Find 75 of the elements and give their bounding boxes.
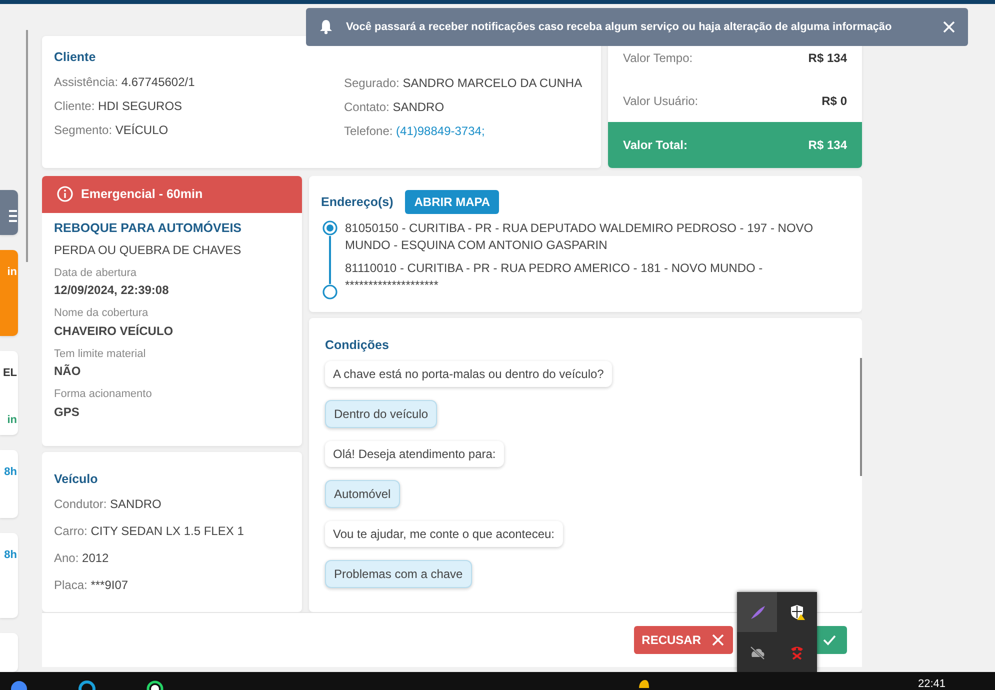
banner-text: Emergencial - 60min: [81, 186, 203, 203]
card-text: in: [7, 264, 17, 280]
service-title: REBOQUE PARA AUTOMÓVEIS: [54, 220, 243, 237]
sidebar-card[interactable]: 8h: [0, 450, 18, 518]
section-title: Cliente: [54, 49, 97, 66]
field-label: Segurado:: [344, 76, 400, 90]
question-bubble: A chave está no porta-malas ou dentro do veículo?: [325, 360, 612, 387]
value-label: Valor Total:: [623, 137, 688, 154]
value-amount: R$ 134: [808, 50, 847, 66]
notification-text: Você passará a receber notificações caso receba algum serviço ou haja alteração de alguma informação: [346, 20, 893, 35]
value-amount: R$ 134: [808, 137, 847, 154]
detail-label: Data de abertura: [54, 266, 138, 280]
shield-warning-icon[interactable]: [788, 603, 806, 621]
field-label: Placa:: [54, 578, 88, 592]
close-icon: [711, 633, 725, 647]
detail-value: GPS: [54, 404, 80, 420]
value-amount: R$ 0: [822, 92, 847, 110]
field-label: Condutor:: [54, 496, 107, 511]
detail-value: CHAVEIRO VEÍCULO: [54, 322, 174, 340]
answer-bubble: Problemas com a chave: [325, 560, 472, 588]
phone-link[interactable]: (41)98849-3734;: [396, 124, 485, 138]
field-label: Contato:: [344, 100, 390, 114]
field-value: SANDRO MARCELO DA CUNHA: [402, 76, 582, 90]
sidebar-card[interactable]: [0, 190, 18, 235]
clock-time[interactable]: 22:41: [918, 675, 946, 690]
sidebar-card[interactable]: in: [0, 250, 18, 336]
field-value: SANDRO: [392, 100, 444, 114]
field-value: 4.67745602/1: [121, 74, 195, 89]
section-title: Condições: [325, 337, 390, 354]
field-value: VEÍCULO: [115, 122, 168, 137]
card-text: EL: [2, 366, 17, 381]
app-icon[interactable]: [146, 680, 164, 690]
answer-bubble: Automóvel: [325, 480, 400, 508]
answer-bubble: Dentro do veículo: [325, 400, 438, 428]
scrollbar[interactable]: [860, 358, 862, 476]
sidebar-card[interactable]: EL in: [0, 350, 18, 435]
value-label: Valor Tempo:: [623, 50, 693, 66]
section-title: Veículo: [54, 471, 99, 488]
field-value: ***9I07: [90, 578, 128, 592]
question-bubble: Vou te ajudar, me conte o que aconteceu:: [325, 520, 562, 547]
detail-label: Nome da cobertura: [54, 306, 150, 321]
bell-icon: [318, 19, 334, 35]
detail-label: Tem limite material: [54, 346, 147, 362]
weather-icon[interactable]: [636, 678, 652, 688]
card-text: 8h: [4, 548, 17, 563]
check-icon: [822, 633, 837, 647]
field-value: 2012: [82, 550, 109, 565]
detail-label: Forma acionamento: [54, 387, 153, 402]
field-label: Cliente:: [54, 98, 95, 113]
section-title: Endereço(s): [321, 194, 394, 211]
open-map-button[interactable]: ABRIR MAPA: [405, 190, 500, 214]
info-icon: [57, 186, 73, 202]
close-icon[interactable]: [942, 20, 956, 34]
field-label: Assistência:: [54, 74, 118, 89]
app-icon[interactable]: [78, 680, 96, 690]
question-bubble: Olá! Deseja atendimento para:: [325, 440, 504, 467]
detail-value: 12/09/2024, 22:39:08: [54, 282, 170, 299]
address-text: 81050150 - CURITIBA - PR - RUA DEPUTADO WALDEMIRO PEDROSO - 197 - NOVO MUNDO - ESQUINA COM ANTONIO GASPARIN: [345, 220, 814, 254]
detail-value: NÃO: [54, 363, 82, 380]
reject-button[interactable]: RECUSAR: [634, 626, 733, 654]
field-label: Carro:: [54, 524, 88, 538]
feather-icon[interactable]: [748, 603, 766, 621]
value-label: Valor Usuário:: [623, 92, 698, 110]
address-text: 81110010 - CURITIBA - PR - RUA PEDRO AMERICO - 181 - NOVO MUNDO - ********************: [345, 260, 764, 294]
field-label: Ano:: [54, 550, 79, 565]
service-subtitle: PERDA OU QUEBRA DE CHAVES: [54, 242, 242, 258]
field-label: Segmento:: [54, 122, 112, 137]
menu-icon[interactable]: [9, 208, 17, 224]
card-text: in: [7, 413, 17, 428]
field-value: SANDRO: [110, 496, 162, 511]
field-value: CITY SEDAN LX 1.5 FLEX 1: [90, 524, 244, 538]
card-text: 8h: [4, 464, 17, 480]
field-value: HDI SEGUROS: [98, 98, 182, 113]
sidebar-card[interactable]: 8h: [0, 532, 18, 618]
field-label: Telefone:: [344, 124, 393, 138]
